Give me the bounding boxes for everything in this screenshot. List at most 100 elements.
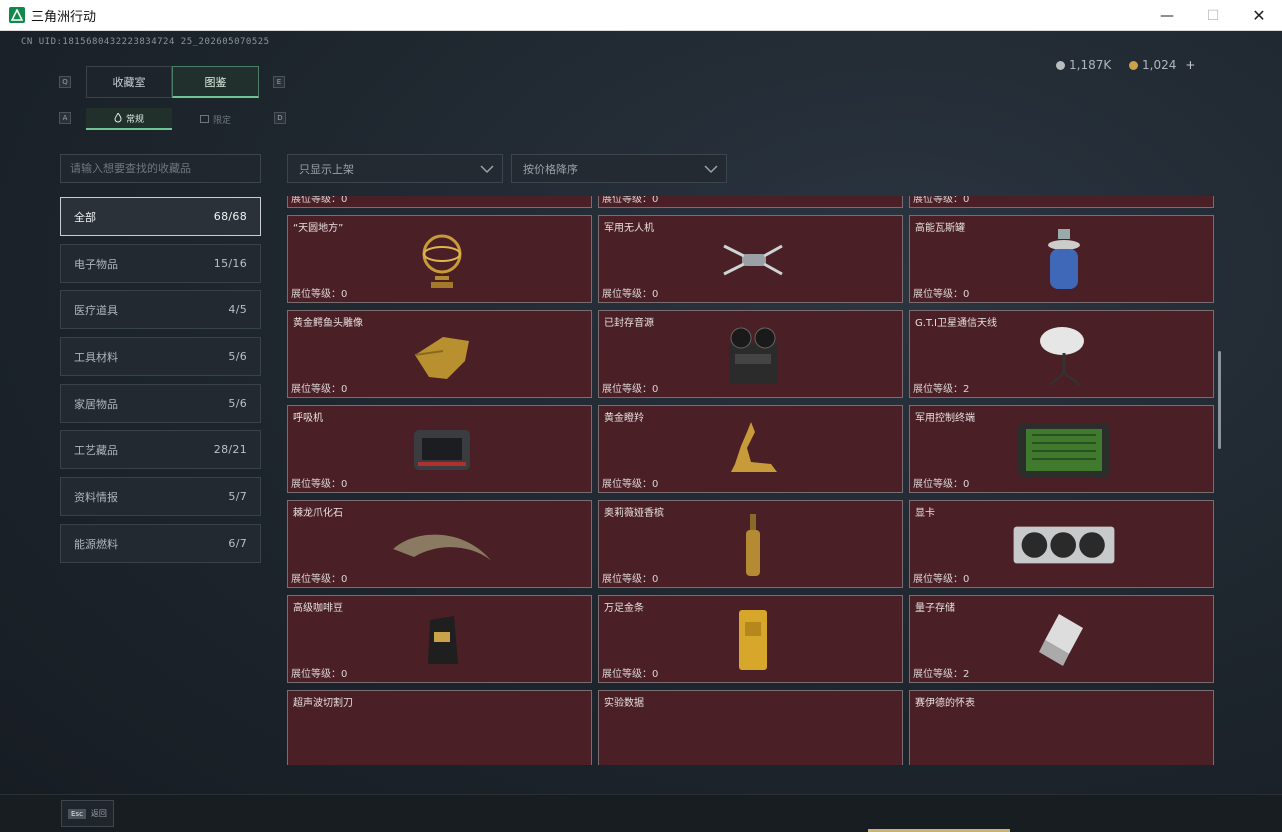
close-button[interactable]: ✕: [1236, 0, 1282, 31]
keyhint-a: A: [59, 112, 71, 124]
item-card[interactable]: 万足金条 展位等级：0: [598, 595, 903, 683]
silver-coin-icon: [1056, 60, 1065, 70]
gas-tank-icon: [1012, 224, 1116, 296]
gold-bar-icon: [701, 604, 805, 676]
category-item[interactable]: 工具材料 5/6: [60, 337, 261, 376]
item-level-prefix: 展位等级：: [602, 669, 652, 680]
item-level: 展位等级：0: [602, 570, 658, 585]
category-item[interactable]: 能源燃料 6/7: [60, 524, 261, 563]
window-titlebar: 三角洲行动 — ☐ ✕: [0, 0, 1282, 31]
sort-dropdown[interactable]: 按价格降序: [511, 154, 727, 183]
bottom-bar: Esc 返回: [0, 794, 1282, 832]
item-card[interactable]: 展位等级：0: [287, 196, 592, 208]
item-level: 展位等级：2: [913, 665, 969, 680]
usb-drive-icon: [1012, 604, 1116, 676]
item-level-prefix: 展位等级：: [913, 574, 963, 585]
item-level-prefix: 展位等级：: [913, 669, 963, 680]
tab-collection[interactable]: 收藏室: [86, 66, 172, 98]
add-currency-button[interactable]: +: [1185, 58, 1195, 72]
item-name: 万足金条: [604, 603, 644, 614]
category-item[interactable]: 全部 68/68: [60, 197, 261, 236]
item-level: 展位等级：0: [913, 285, 969, 300]
maximize-button[interactable]: ☐: [1190, 0, 1236, 31]
coffee-bag-icon: [390, 604, 494, 676]
item-name: 呼吸机: [293, 413, 323, 424]
item-name: 棘龙爪化石: [293, 508, 343, 519]
item-name: 高级咖啡豆: [293, 603, 343, 614]
item-name: 显卡: [915, 508, 935, 519]
item-card[interactable]: 军用控制终端 展位等级：0: [909, 405, 1214, 493]
item-card[interactable]: 黄金瞪羚 展位等级：0: [598, 405, 903, 493]
item-level-value: 0: [341, 196, 348, 205]
back-label: 返回: [90, 809, 107, 818]
item-name: 高能瓦斯罐: [915, 223, 965, 234]
item-card[interactable]: 展位等级：0: [909, 196, 1214, 208]
item-name: 奥莉薇娅香槟: [604, 508, 664, 519]
item-card[interactable]: 量子存储 展位等级：2: [909, 595, 1214, 683]
subtab-limited-label: 限定: [212, 115, 231, 126]
item-level: 展位等级：0: [291, 285, 347, 300]
item-card[interactable]: 已封存音源 展位等级：0: [598, 310, 903, 398]
category-count: 6/7: [228, 537, 247, 550]
item-card[interactable]: 军用无人机展位等级：0: [598, 215, 903, 303]
item-level-prefix: 展位等级：: [913, 384, 963, 395]
search-input[interactable]: [60, 154, 261, 183]
item-level-value: 0: [652, 289, 659, 300]
grid-icon: [199, 115, 209, 123]
item-grid: 展位等级：0 展位等级：0 展位等级：0 “天圆地方” 展位等级：0 军用无人机 展位等级：…: [287, 196, 1222, 765]
tab-atlas[interactable]: 图鉴: [172, 66, 259, 98]
item-level-value: 0: [652, 196, 659, 205]
item-card[interactable]: 显卡 展位等级：0: [909, 500, 1214, 588]
category-item[interactable]: 资料情报 5/7: [60, 477, 261, 516]
item-card[interactable]: 高级咖啡豆 展位等级：0: [287, 595, 592, 683]
item-level: 展位等级：0: [602, 380, 658, 395]
terminal-icon: [1012, 414, 1116, 486]
item-level-prefix: 展位等级：: [291, 479, 341, 490]
armillary-icon: [390, 224, 494, 296]
item-card[interactable]: 奥莉薇娅香槟展位等级：0: [598, 500, 903, 588]
item-name: 超声波切割刀: [293, 698, 353, 709]
item-card[interactable]: 超声波切割刀: [287, 690, 592, 765]
flame-icon: [114, 113, 122, 123]
item-card[interactable]: G.T.I卫星通信天线 展位等级：2: [909, 310, 1214, 398]
item-card[interactable]: “天圆地方” 展位等级：0: [287, 215, 592, 303]
shelf-filter-dropdown[interactable]: 只显示上架: [287, 154, 503, 183]
subtab-limited[interactable]: 限定: [172, 108, 259, 130]
item-card[interactable]: 棘龙爪化石 展位等级：0: [287, 500, 592, 588]
subtab-normal[interactable]: 常规: [86, 108, 172, 130]
back-button[interactable]: Esc 返回: [61, 800, 114, 827]
crocodile-head-icon: [390, 319, 494, 391]
item-card[interactable]: 赛伊德的怀表: [909, 690, 1214, 765]
grid-scrollbar[interactable]: [1218, 351, 1221, 449]
category-item[interactable]: 医疗道具 4/5: [60, 290, 261, 329]
item-name: 军用无人机: [604, 223, 654, 234]
category-label: 工艺藏品: [74, 443, 118, 457]
category-item[interactable]: 电子物品 15/16: [60, 244, 261, 283]
item-level: 展位等级：0: [913, 196, 969, 205]
item-card[interactable]: 高能瓦斯罐展位等级：0: [909, 215, 1214, 303]
gold-currency: 1,024 +: [1129, 58, 1195, 72]
item-level-prefix: 展位等级：: [602, 196, 652, 205]
item-level: 展位等级：0: [602, 196, 658, 205]
item-level-prefix: 展位等级：: [913, 289, 963, 300]
gold-coin-icon: [1129, 60, 1138, 70]
item-card[interactable]: 展位等级：0: [598, 196, 903, 208]
item-name: “天圆地方”: [293, 223, 344, 234]
category-item[interactable]: 工艺藏品 28/21: [60, 430, 261, 469]
keyhint-q: Q: [59, 76, 71, 88]
item-level-prefix: 展位等级：: [291, 574, 341, 585]
category-label: 工具材料: [74, 350, 118, 364]
minimize-button[interactable]: —: [1144, 0, 1190, 31]
category-count: 5/6: [228, 397, 247, 410]
esc-key-hint: Esc: [68, 808, 86, 819]
drone-icon: [701, 224, 805, 296]
item-card[interactable]: 黄金鳄鱼头雕像 展位等级：0: [287, 310, 592, 398]
item-level-prefix: 展位等级：: [602, 289, 652, 300]
item-card[interactable]: 呼吸机 展位等级：0: [287, 405, 592, 493]
item-card[interactable]: 实验数据: [598, 690, 903, 765]
champagne-icon: [701, 509, 805, 581]
category-item[interactable]: 家居物品 5/6: [60, 384, 261, 423]
item-level-value: 2: [963, 384, 970, 395]
category-label: 医疗道具: [74, 303, 118, 317]
category-count: 15/16: [213, 257, 247, 270]
